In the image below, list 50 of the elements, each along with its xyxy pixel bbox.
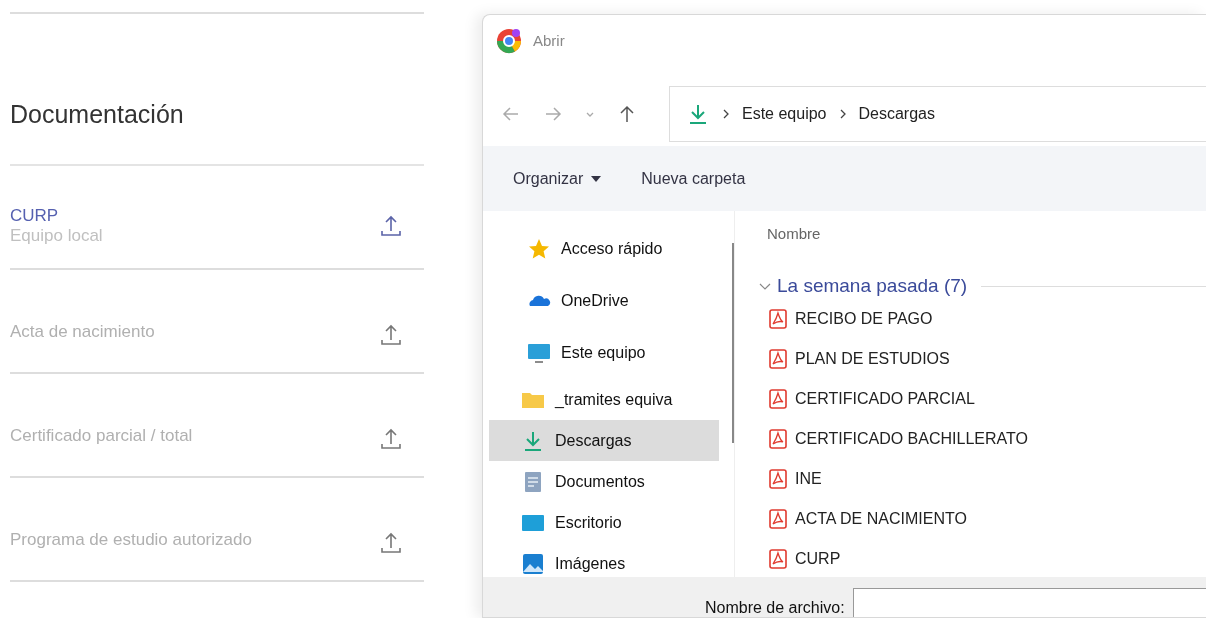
upload-icon[interactable] xyxy=(378,426,404,452)
upload-icon[interactable] xyxy=(378,322,404,348)
file-item[interactable]: CERTIFICADO BACHILLERATO xyxy=(759,419,1206,459)
caret-icon xyxy=(591,175,602,182)
nav-pane-item[interactable]: OneDrive xyxy=(489,275,719,327)
scrollbar-thumb[interactable] xyxy=(732,243,734,443)
pdf-file-icon xyxy=(769,309,787,329)
nav-pane-item[interactable]: Escritorio xyxy=(489,502,719,543)
pdf-file-icon xyxy=(769,349,787,369)
document-label: CURP xyxy=(10,206,60,226)
organize-button[interactable]: Organizar xyxy=(513,169,602,188)
document-label: Acta de nacimiento xyxy=(10,322,155,342)
nav-pane-item[interactable]: Imágenes xyxy=(489,543,719,584)
chevron-icon xyxy=(838,108,847,119)
upload-icon[interactable] xyxy=(378,530,404,556)
file-item[interactable]: ACTA DE NACIMIENTO xyxy=(759,499,1206,539)
pdf-file-icon xyxy=(769,549,787,569)
file-item[interactable]: PLAN DE ESTUDIOS xyxy=(759,339,1206,379)
app-logo-icon xyxy=(495,27,523,55)
group-header[interactable]: La semana pasada (7) xyxy=(777,275,968,297)
file-item[interactable]: RECIBO DE PAGO xyxy=(759,299,1206,339)
file-item[interactable]: CERTIFICADO PARCIAL xyxy=(759,379,1206,419)
document-label: Programa de estudio autorizado xyxy=(10,530,252,550)
pdf-file-icon xyxy=(769,469,787,489)
address-bar[interactable]: Este equipo Descargas xyxy=(669,85,1206,142)
new-folder-button[interactable]: Nueva carpeta xyxy=(641,169,746,188)
file-item[interactable]: INE xyxy=(759,459,1206,499)
pdf-file-icon xyxy=(769,389,787,409)
upload-icon[interactable] xyxy=(378,213,404,239)
pdf-file-icon xyxy=(769,509,787,529)
image-icon xyxy=(521,551,545,576)
section-title: Documentación xyxy=(10,86,424,166)
file-item[interactable]: CURP xyxy=(759,539,1206,579)
nav-pane-item[interactable]: Acceso rápido xyxy=(489,223,719,275)
pdf-file-icon xyxy=(769,429,787,449)
chevron-icon xyxy=(722,108,730,119)
monitor-icon xyxy=(527,341,551,365)
nav-pane-item[interactable]: _tramites equiva xyxy=(489,379,719,420)
nav-pane-item[interactable]: Descargas xyxy=(489,420,719,461)
window-title: Abrir xyxy=(533,32,565,49)
nav-pane-item[interactable]: Este equipo xyxy=(489,327,719,379)
star-icon xyxy=(527,237,551,261)
file-name-field[interactable] xyxy=(852,588,1206,617)
breadcrumb-item[interactable]: Este equipo xyxy=(742,104,827,123)
document-label: Certificado parcial / total xyxy=(10,426,193,446)
file-name-label: Nombre de archivo: xyxy=(705,599,845,617)
breadcrumb-item[interactable]: Descargas xyxy=(858,104,935,123)
nav-pane-item[interactable]: Documentos xyxy=(489,461,719,502)
document-source: Equipo local xyxy=(10,226,103,246)
column-header[interactable]: Nombre xyxy=(767,225,821,242)
